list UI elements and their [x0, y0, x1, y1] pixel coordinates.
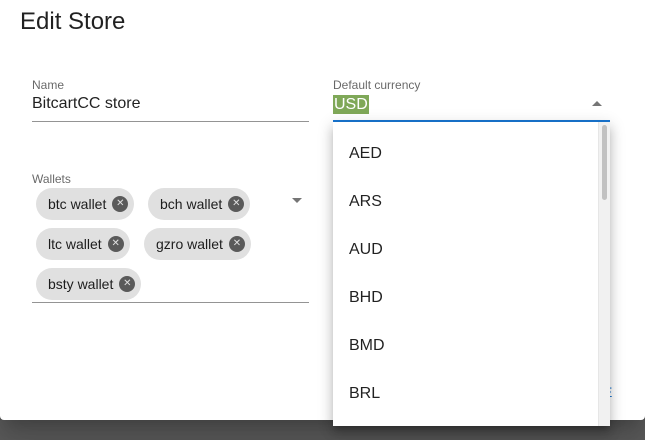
- name-field[interactable]: Name BitcartCC store: [32, 76, 309, 122]
- wallets-underline: [32, 302, 309, 303]
- scrollbar-thumb[interactable]: [602, 125, 607, 200]
- name-underline: [32, 121, 309, 122]
- chevron-down-icon[interactable]: [292, 198, 302, 203]
- chevron-up-icon[interactable]: [592, 101, 602, 106]
- name-label: Name: [32, 78, 65, 92]
- wallet-chip-label: gzro wallet: [156, 236, 223, 252]
- wallet-chip-label: bch wallet: [160, 196, 223, 212]
- wallet-chip-label: ltc wallet: [48, 236, 102, 252]
- wallet-chip[interactable]: bch wallet ✕: [148, 188, 251, 220]
- wallet-chip-label: bsty wallet: [48, 276, 114, 292]
- menu-item[interactable]: AUD: [333, 226, 599, 274]
- currency-menu: AED ARS AUD BHD BMD BRL: [333, 122, 610, 426]
- name-input[interactable]: BitcartCC store: [32, 95, 140, 113]
- currency-select[interactable]: Default currency USD: [333, 76, 610, 122]
- menu-item[interactable]: ARS: [333, 178, 599, 226]
- wallet-chip[interactable]: btc wallet ✕: [36, 188, 135, 220]
- wallet-chip[interactable]: gzro wallet ✕: [144, 228, 251, 260]
- remove-chip-icon[interactable]: ✕: [112, 196, 129, 212]
- currency-value[interactable]: USD: [333, 95, 369, 114]
- menu-item[interactable]: BRL: [333, 370, 599, 418]
- menu-item[interactable]: BHD: [333, 274, 599, 322]
- wallets-field[interactable]: Wallets btc wallet ✕ bch wallet ✕ ltc wa…: [32, 170, 309, 303]
- remove-chip-icon[interactable]: ✕: [119, 276, 136, 292]
- remove-chip-icon[interactable]: ✕: [228, 196, 245, 212]
- menu-item[interactable]: BMD: [333, 322, 599, 370]
- wallet-chip[interactable]: bsty wallet ✕: [36, 268, 142, 300]
- menu-scrollbar[interactable]: [598, 122, 610, 426]
- menu-item[interactable]: AED: [333, 130, 599, 178]
- wallets-label: Wallets: [32, 172, 71, 186]
- remove-chip-icon[interactable]: ✕: [228, 236, 245, 252]
- wallet-chip[interactable]: ltc wallet ✕: [36, 228, 130, 260]
- remove-chip-icon[interactable]: ✕: [107, 236, 124, 252]
- wallet-chip-label: btc wallet: [48, 196, 107, 212]
- currency-label: Default currency: [333, 78, 421, 92]
- dialog-title: Edit Store: [20, 8, 126, 35]
